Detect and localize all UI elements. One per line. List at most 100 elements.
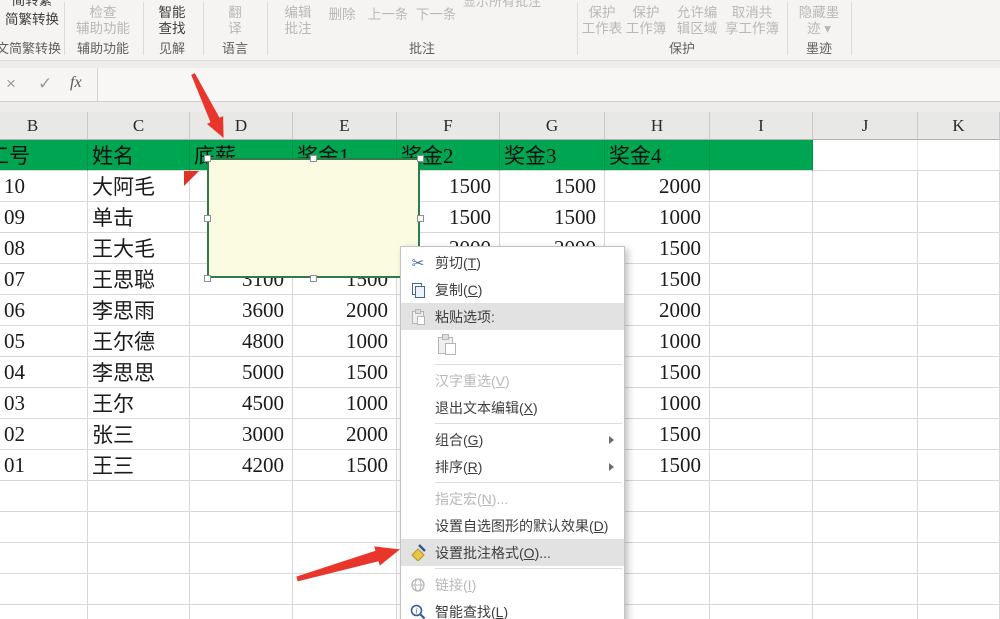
button-smart-lookup[interactable]: 智能 [141,5,203,20]
cell[interactable] [813,388,918,419]
cell[interactable] [918,326,1000,357]
button-protect-workbook[interactable]: 工作簿 [624,21,668,36]
cell[interactable]: 07 [0,264,88,295]
cell[interactable] [710,450,813,481]
button-jian-to-fan[interactable]: 简转繁 [4,0,60,8]
cell[interactable] [293,512,397,543]
cell[interactable]: 1500 [293,357,397,388]
cell[interactable] [813,481,918,512]
cell[interactable] [813,264,918,295]
menu-item-sort[interactable]: 排序(R) [401,453,624,480]
cell[interactable] [918,264,1000,295]
cancel-icon[interactable]: × [6,74,16,94]
button-previous-comment[interactable]: 上一条 [364,7,412,22]
column-header-H[interactable]: H [605,112,710,140]
cell[interactable] [918,233,1000,264]
cell[interactable] [710,574,813,605]
cell[interactable] [293,574,397,605]
cell[interactable] [710,171,813,202]
cell[interactable] [710,233,813,264]
cell[interactable] [293,543,397,574]
fx-icon[interactable]: fx [70,74,82,92]
selection-handle[interactable] [310,155,317,162]
selection-handle[interactable] [204,155,211,162]
cell[interactable] [918,481,1000,512]
cell[interactable] [88,605,190,619]
paste-option-icon[interactable] [437,334,457,358]
cell[interactable] [710,388,813,419]
selection-handle[interactable] [417,155,424,162]
cell[interactable]: 大阿毛 [88,171,190,202]
cell[interactable] [190,543,293,574]
cell[interactable] [813,574,918,605]
cell[interactable]: 2000 [293,419,397,450]
cell[interactable] [918,512,1000,543]
selection-handle[interactable] [417,215,424,222]
button-smart-lookup[interactable]: 查找 [141,21,203,36]
cell[interactable]: 1500 [293,450,397,481]
cell[interactable]: 1000 [293,388,397,419]
cell[interactable] [813,605,918,619]
column-header-C[interactable]: C [88,112,190,140]
cell[interactable] [0,512,88,543]
button-protect-sheet[interactable]: 工作表 [580,21,624,36]
cell[interactable]: 03 [0,388,88,419]
cell[interactable] [88,512,190,543]
selection-handle[interactable] [310,275,317,282]
cell[interactable] [918,450,1000,481]
column-header-J[interactable]: J [813,112,918,140]
button-allow-edit-ranges[interactable]: 允许编 [670,5,724,20]
cell[interactable] [190,574,293,605]
cell[interactable]: 4800 [190,326,293,357]
cell[interactable]: 1000 [605,202,710,233]
menu-item-format-comment[interactable]: 设置批注格式(O)... [401,539,624,566]
cell[interactable] [918,543,1000,574]
button-hide-ink[interactable]: 迹 ▾ [792,21,846,36]
cell[interactable]: 李思雨 [88,295,190,326]
button-protect-workbook[interactable]: 保护 [624,5,668,20]
cell[interactable] [813,543,918,574]
cell[interactable] [293,481,397,512]
cell[interactable] [918,605,1000,619]
formula-input[interactable] [98,68,1000,101]
header-cell-奖金4[interactable]: 奖金4 [605,140,710,171]
cell[interactable]: 4200 [190,450,293,481]
cell[interactable] [813,326,918,357]
column-header-K[interactable]: K [918,112,1000,140]
cell[interactable]: 李思思 [88,357,190,388]
menu-item-paste-option-icon[interactable] [401,330,624,362]
cell[interactable] [0,543,88,574]
cell[interactable] [88,481,190,512]
cell[interactable] [710,264,813,295]
cell[interactable]: 2000 [293,295,397,326]
cell[interactable] [710,202,813,233]
button-translate[interactable]: 翻 [205,5,265,20]
cell[interactable]: 5000 [190,357,293,388]
menu-item-smart-lookup[interactable]: i智能查找(L) [401,598,624,619]
cell[interactable] [813,450,918,481]
button-protect-sheet[interactable]: 保护 [580,5,624,20]
cell[interactable] [88,543,190,574]
cell[interactable]: 王三 [88,450,190,481]
menu-item-copy[interactable]: 复制(C) [401,276,624,303]
cell[interactable]: 4500 [190,388,293,419]
button-unshare-workbook[interactable]: 取消共 [722,5,782,20]
column-header-B[interactable]: B [0,112,88,140]
cell[interactable] [190,605,293,619]
cell[interactable]: 3000 [190,419,293,450]
cell[interactable] [813,171,918,202]
cell[interactable] [813,295,918,326]
cell[interactable]: 1000 [293,326,397,357]
selection-handle[interactable] [204,275,211,282]
button-edit-comment[interactable]: 编辑 [276,5,320,20]
menu-item-group[interactable]: 组合(G) [401,426,624,453]
cell[interactable] [710,419,813,450]
cell[interactable] [813,233,918,264]
cell[interactable] [918,171,1000,202]
column-header-F[interactable]: F [397,112,500,140]
menu-item-cut[interactable]: ✂剪切(T) [401,249,624,276]
cell[interactable] [813,512,918,543]
header-cell-工号[interactable]: 工号 [0,140,88,171]
cell[interactable]: 05 [0,326,88,357]
button-translate[interactable]: 译 [205,21,265,36]
